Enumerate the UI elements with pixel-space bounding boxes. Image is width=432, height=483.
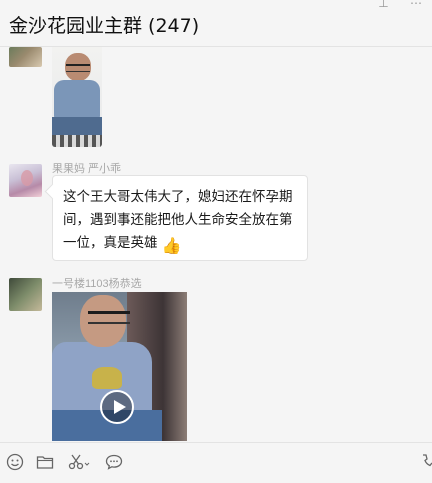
sender-name: 果果妈 严小乖: [52, 163, 122, 175]
photo-person-shirt: [54, 80, 100, 120]
folder-icon[interactable]: [36, 453, 54, 471]
video-person-strap: [92, 367, 122, 389]
message-list[interactable]: 果果妈 严小乖 这个王大哥太伟大了，媳妇还在怀孕期间，遇到事还能把他人生命安全放…: [0, 47, 432, 441]
scissors-icon[interactable]: [68, 453, 90, 471]
photo-person-legs: [52, 117, 102, 137]
image-message[interactable]: [52, 47, 102, 147]
chat-header: 金沙花园业主群 (247) ⊥ ⋯: [0, 0, 432, 47]
sender-name: 一号楼1103杨恭选: [52, 278, 142, 290]
avatar[interactable]: [9, 278, 42, 311]
avatar[interactable]: [9, 47, 42, 67]
group-title: 金沙花园业主群 (247): [9, 15, 200, 37]
more-icon[interactable]: ⋯: [410, 0, 422, 10]
play-icon[interactable]: [100, 390, 134, 424]
video-glasses: [88, 311, 130, 324]
video-message[interactable]: [52, 292, 187, 441]
text-message-bubble[interactable]: 这个王大哥太伟大了，媳妇还在怀孕期间，遇到事还能把他人生命安全放在第一位，真是英…: [52, 175, 308, 261]
header-icons: ⊥ ⋯: [360, 0, 422, 10]
chat-bubble-icon[interactable]: [105, 453, 123, 471]
thumbs-up-icon: 👍: [161, 236, 182, 255]
pin-icon[interactable]: ⊥: [378, 0, 388, 10]
photo-floor: [52, 135, 102, 147]
emoji-icon[interactable]: [6, 453, 24, 471]
avatar[interactable]: [9, 164, 42, 197]
photo-glasses: [66, 64, 90, 72]
input-toolbar: [0, 442, 432, 483]
phone-icon[interactable]: [420, 453, 432, 471]
